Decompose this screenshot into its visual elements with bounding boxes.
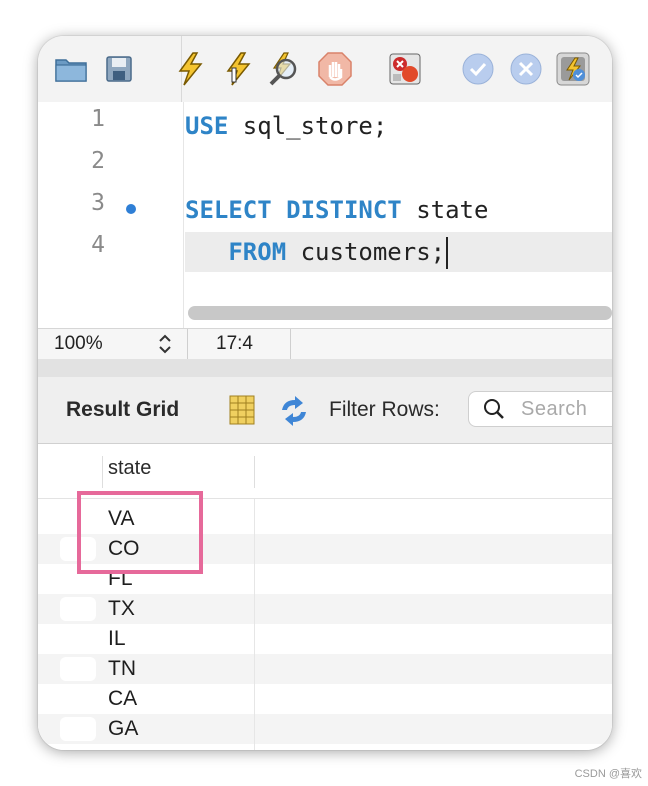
- result-toolbar: Result Grid Filter Rows: Search: [38, 377, 612, 444]
- result-grid-tab[interactable]: Result Grid: [66, 398, 179, 422]
- execute-lightning-icon[interactable]: [173, 52, 207, 86]
- text-caret: [446, 237, 449, 269]
- sql-keyword: USE: [185, 112, 229, 140]
- line-number: 4: [91, 232, 105, 258]
- grid-layout-icon[interactable]: [229, 395, 255, 425]
- toggle-error-stop-icon[interactable]: [388, 52, 422, 86]
- autocommit-icon[interactable]: [556, 52, 590, 86]
- table-cell[interactable]: CA: [108, 687, 137, 711]
- cursor-position: 17:4: [216, 333, 253, 354]
- table-cell[interactable]: GA: [108, 717, 138, 741]
- line-number: 1: [91, 106, 105, 132]
- zoom-stepper-icon[interactable]: [156, 331, 174, 357]
- table-cell[interactable]: TX: [108, 597, 135, 621]
- save-disk-icon[interactable]: [102, 52, 136, 86]
- column-header-state[interactable]: state: [108, 457, 151, 480]
- table-row[interactable]: IL: [38, 624, 612, 654]
- sql-text: state: [401, 196, 489, 224]
- filter-rows-label: Filter Rows:: [329, 398, 440, 421]
- table-row[interactable]: GA: [38, 714, 612, 744]
- line-number: 3: [91, 190, 105, 216]
- statement-marker-icon[interactable]: [126, 204, 136, 214]
- pane-splitter[interactable]: [38, 359, 612, 377]
- editor-horizontal-scrollbar[interactable]: [188, 306, 612, 320]
- sql-keyword: FROM: [228, 238, 287, 266]
- line-number: 2: [91, 148, 105, 174]
- execute-current-lightning-icon[interactable]: [221, 52, 255, 86]
- table-row[interactable]: TN: [38, 654, 612, 684]
- stop-hand-icon[interactable]: [318, 52, 352, 86]
- sql-text: customers;: [286, 238, 446, 266]
- table-cell[interactable]: TN: [108, 657, 136, 681]
- table-cell[interactable]: IL: [108, 627, 126, 651]
- open-folder-icon[interactable]: [54, 52, 88, 86]
- table-row[interactable]: TX: [38, 594, 612, 624]
- search-placeholder: Search: [521, 398, 588, 420]
- editor-status-bar: 100% 17:4: [38, 328, 612, 360]
- filter-search-input[interactable]: Search: [468, 391, 612, 427]
- result-grid: state VA CO FL TX IL TN CA GA: [38, 444, 612, 750]
- watermark: CSDN @喜欢: [574, 768, 642, 780]
- refresh-icon[interactable]: [278, 396, 310, 426]
- rollback-x-icon[interactable]: [509, 52, 543, 86]
- sql-keyword: SELECT DISTINCT: [185, 196, 402, 224]
- sql-indent: [185, 238, 228, 266]
- line-number-gutter: 1 2 3 4: [38, 102, 184, 328]
- workbench-window: 1 2 3 4 USE sql_store; SELECT DISTINCT s…: [38, 36, 612, 750]
- code-line-1[interactable]: USE sql_store;: [185, 106, 387, 146]
- explain-magnifier-icon[interactable]: [268, 52, 302, 86]
- query-toolbar: [38, 36, 612, 102]
- code-line-4[interactable]: FROM customers;: [185, 232, 612, 272]
- zoom-level[interactable]: 100%: [54, 333, 103, 355]
- table-row[interactable]: CA: [38, 684, 612, 714]
- annotation-highlight-box: [77, 491, 203, 574]
- commit-check-icon[interactable]: [461, 52, 495, 86]
- sql-text: sql_store;: [228, 112, 388, 140]
- code-line-3[interactable]: SELECT DISTINCT state: [185, 190, 488, 230]
- search-icon: [483, 398, 505, 420]
- sql-editor[interactable]: 1 2 3 4 USE sql_store; SELECT DISTINCT s…: [38, 102, 612, 328]
